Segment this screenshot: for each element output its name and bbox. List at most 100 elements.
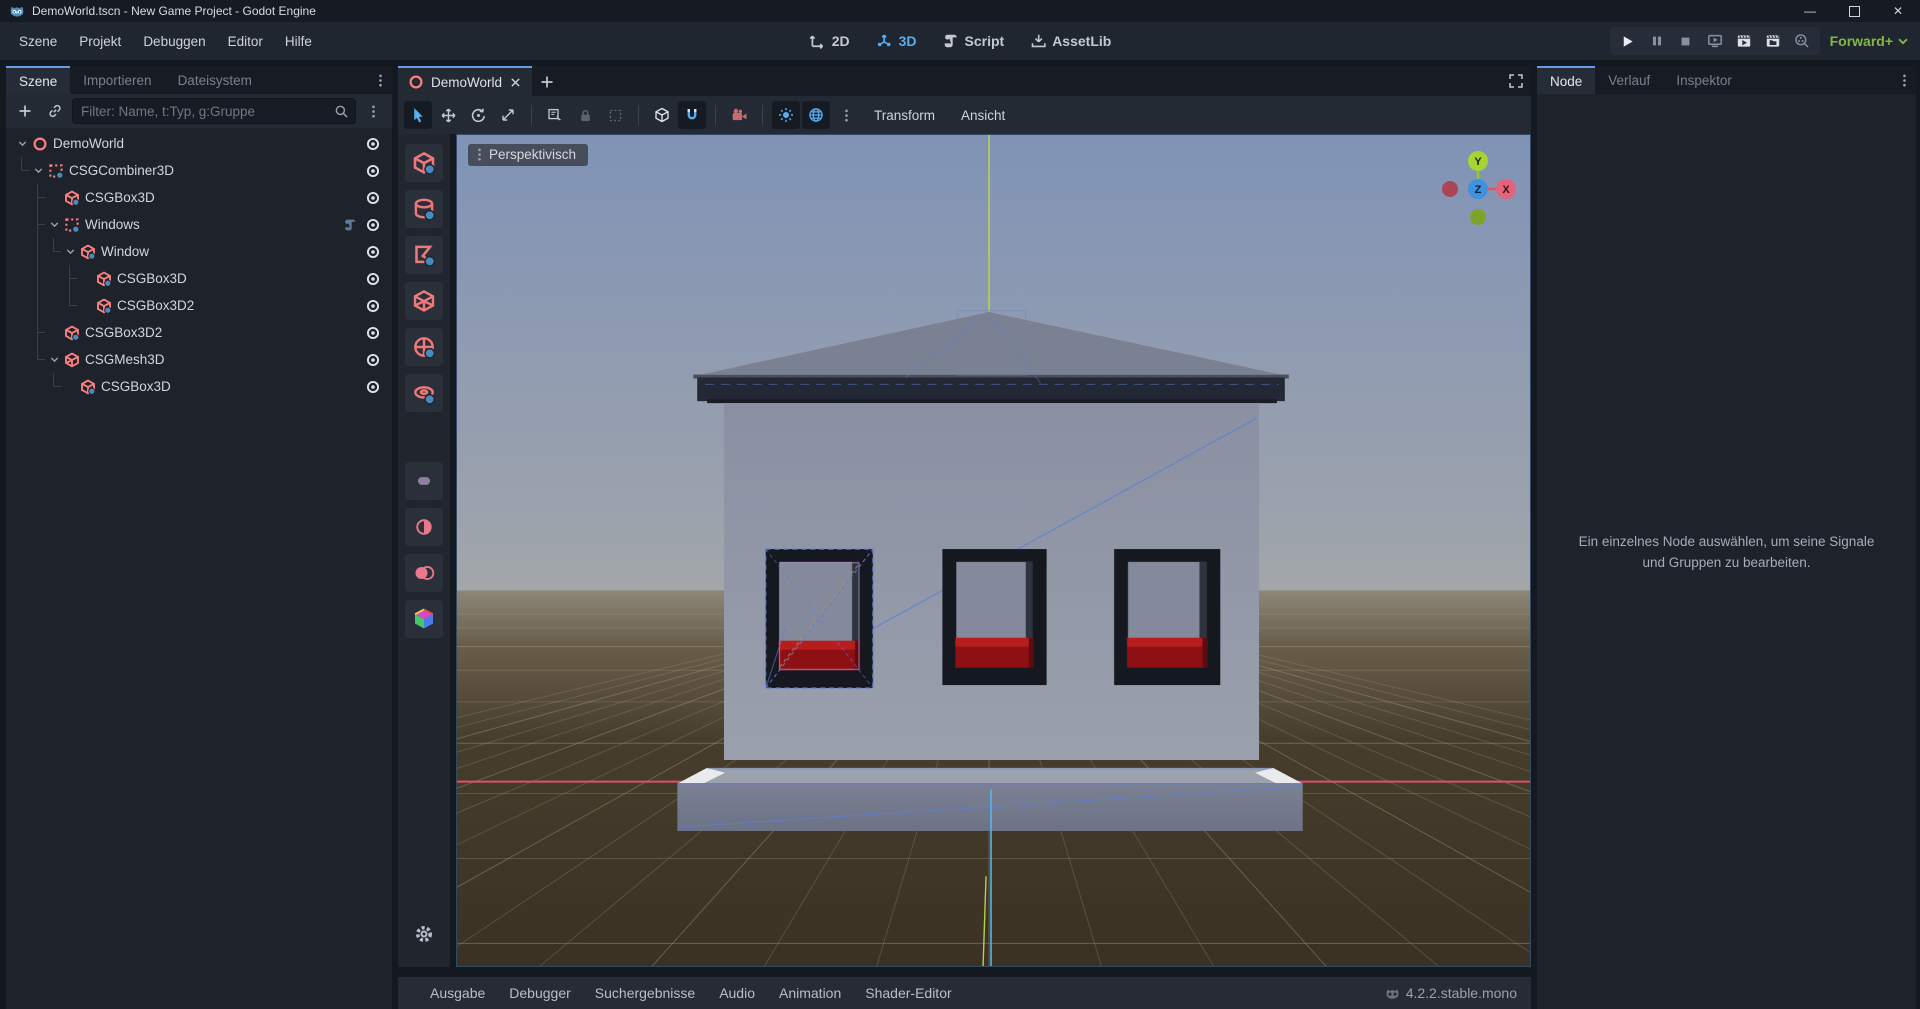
axis-neg-y-ball[interactable] (1470, 209, 1486, 225)
menu-transform[interactable]: Transform (862, 108, 947, 123)
switch-assetlib-button[interactable]: AssetLib (1030, 33, 1111, 49)
collapse-arrow-icon[interactable] (30, 163, 46, 179)
visibility-eye-icon[interactable] (365, 190, 381, 206)
tree-row[interactable]: CSGBox3D (6, 184, 392, 211)
visibility-eye-icon[interactable] (365, 217, 381, 233)
view-extra-menu[interactable] (832, 101, 860, 129)
tree-row[interactable]: CSGBox3D2 (6, 292, 392, 319)
visibility-eye-icon[interactable] (365, 325, 381, 341)
operation-union-button[interactable] (405, 462, 443, 500)
tree-row[interactable]: CSGBox3D2 (6, 319, 392, 346)
axis-neg-x-ball[interactable] (1442, 181, 1458, 197)
bottom-tab-ausgabe[interactable]: Ausgabe (418, 985, 497, 1001)
menu-editor[interactable]: Editor (217, 28, 274, 55)
right-tab-inspektor[interactable]: Inspektor (1663, 66, 1745, 94)
perspective-menu-button[interactable]: Perspektivisch (468, 144, 588, 166)
menu-hilfe[interactable]: Hilfe (274, 28, 323, 55)
preview-sun-toggle[interactable] (772, 101, 800, 129)
csg-torus-button[interactable] (405, 374, 443, 412)
visibility-eye-icon[interactable] (365, 271, 381, 287)
left-dock-menu-icon[interactable] (368, 68, 392, 92)
select-tool[interactable] (404, 101, 432, 129)
close-button[interactable]: ✕ (1876, 0, 1920, 22)
movie-mode-button[interactable] (1789, 29, 1815, 53)
viewport-settings-gear-button[interactable] (405, 915, 443, 953)
csg-cylinder-button[interactable] (405, 190, 443, 228)
group-node-button[interactable] (601, 101, 629, 129)
left-tab-szene[interactable]: Szene (6, 66, 70, 94)
left-tab-dateisystem[interactable]: Dateisystem (165, 66, 265, 94)
bottom-tab-debugger[interactable]: Debugger (497, 985, 583, 1001)
axis-gizmo[interactable]: Y X Z (1432, 143, 1524, 235)
instance-scene-button[interactable] (42, 98, 68, 124)
new-scene-tab-button[interactable] (532, 68, 562, 96)
tree-row[interactable]: CSGBox3D (6, 373, 392, 400)
tree-row[interactable]: Windows (6, 211, 392, 238)
bottom-tab-audio[interactable]: Audio (707, 985, 767, 1001)
camera-override-toggle[interactable] (725, 101, 753, 129)
csg-box-button[interactable] (405, 144, 443, 182)
operation-intersection-button[interactable] (405, 508, 443, 546)
visibility-eye-icon[interactable] (365, 136, 381, 152)
collapse-arrow-icon[interactable] (46, 352, 62, 368)
remote-debug-button[interactable] (1702, 29, 1728, 53)
move-tool[interactable] (434, 101, 462, 129)
scene-tab-demoworld[interactable]: DemoWorld (398, 66, 532, 96)
visibility-eye-icon[interactable] (365, 379, 381, 395)
right-dock-menu-icon[interactable] (1892, 68, 1916, 92)
maximize-button[interactable] (1832, 0, 1876, 22)
tree-guide (14, 184, 30, 211)
play-custom-scene-button[interactable] (1760, 29, 1786, 53)
csg-polygon-button[interactable] (405, 236, 443, 274)
switch-script-button[interactable]: Script (943, 33, 1005, 49)
preview-environment-toggle[interactable] (802, 101, 830, 129)
bottom-tab-animation[interactable]: Animation (767, 985, 853, 1001)
3d-viewport[interactable]: Perspektivisch Y X Z (456, 134, 1531, 967)
menu-debuggen[interactable]: Debuggen (132, 28, 216, 55)
left-tab-importieren[interactable]: Importieren (70, 66, 164, 94)
stop-button[interactable] (1673, 29, 1699, 53)
menu-ansicht[interactable]: Ansicht (949, 108, 1017, 123)
play-button[interactable] (1615, 29, 1641, 53)
right-tab-node[interactable]: Node (1537, 66, 1595, 94)
gridmap-button[interactable] (405, 600, 443, 638)
bottom-tab-suchergebnisse[interactable]: Suchergebnisse (583, 985, 707, 1001)
renderer-selector[interactable]: Forward+ (1830, 33, 1910, 49)
operation-subtraction-button[interactable] (405, 554, 443, 592)
visibility-eye-icon[interactable] (365, 298, 381, 314)
switch-3d-button[interactable]: 3D (876, 33, 917, 50)
scene-tree-options-button[interactable] (360, 98, 386, 124)
collapse-arrow-icon[interactable] (46, 217, 62, 233)
tree-row[interactable]: CSGCombiner3D (6, 157, 392, 184)
collapse-arrow-icon[interactable] (62, 244, 78, 260)
tree-row[interactable]: CSGBox3D (6, 265, 392, 292)
visibility-eye-icon[interactable] (365, 352, 381, 368)
bottom-tab-shader-editor[interactable]: Shader-Editor (853, 985, 963, 1001)
visibility-eye-icon[interactable] (365, 244, 381, 260)
switch-2d-button[interactable]: 2D (809, 33, 850, 50)
csg-mesh-button[interactable] (405, 282, 443, 320)
play-scene-button[interactable] (1731, 29, 1757, 53)
scale-tool[interactable] (494, 101, 522, 129)
filter-input[interactable] (79, 103, 334, 120)
menu-szene[interactable]: Szene (8, 28, 68, 55)
list-select-tool[interactable] (541, 101, 569, 129)
tree-row[interactable]: CSGMesh3D (6, 346, 392, 373)
csg-sphere-button[interactable] (405, 328, 443, 366)
rotate-tool[interactable] (464, 101, 492, 129)
script-icon[interactable] (343, 218, 357, 232)
minimize-button[interactable]: — (1788, 0, 1832, 22)
snap-toggle[interactable] (678, 101, 706, 129)
right-tab-verlauf[interactable]: Verlauf (1595, 66, 1663, 94)
menu-projekt[interactable]: Projekt (68, 28, 132, 55)
expand-viewport-icon[interactable] (1501, 67, 1531, 95)
add-node-button[interactable] (12, 98, 38, 124)
collapse-arrow-icon[interactable] (14, 136, 30, 152)
lock-node-button[interactable] (571, 101, 599, 129)
local-space-toggle[interactable] (648, 101, 676, 129)
close-tab-icon[interactable] (509, 76, 522, 89)
pause-button[interactable] (1644, 29, 1670, 53)
visibility-eye-icon[interactable] (365, 163, 381, 179)
tree-row[interactable]: Window (6, 238, 392, 265)
tree-row[interactable]: DemoWorld (6, 130, 392, 157)
